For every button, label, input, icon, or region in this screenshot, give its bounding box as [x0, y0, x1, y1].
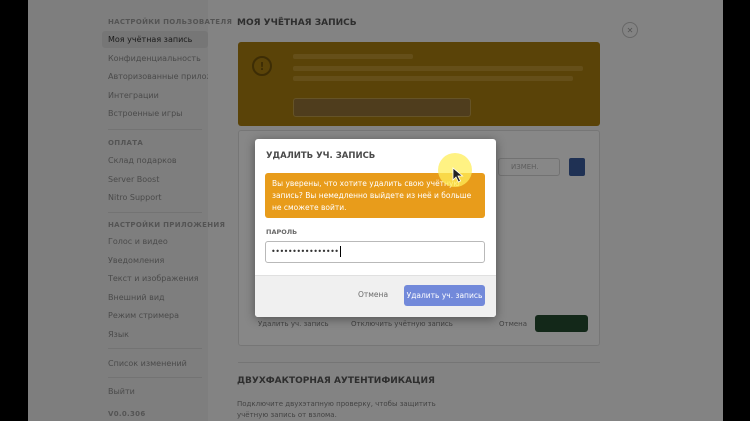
- cancel-button[interactable]: Отмена: [358, 290, 388, 299]
- mouse-pointer-icon: [452, 167, 464, 183]
- password-field[interactable]: ••••••••••••••••: [265, 241, 485, 263]
- text-caret: [339, 246, 341, 257]
- password-value: ••••••••••••••••: [271, 247, 339, 256]
- modal-title: Удалить уч. запись: [266, 151, 376, 161]
- delete-account-button[interactable]: Удалить уч. запись: [404, 285, 485, 306]
- password-label: Пароль: [266, 228, 298, 236]
- modal-footer: Отмена Удалить уч. запись: [255, 275, 496, 317]
